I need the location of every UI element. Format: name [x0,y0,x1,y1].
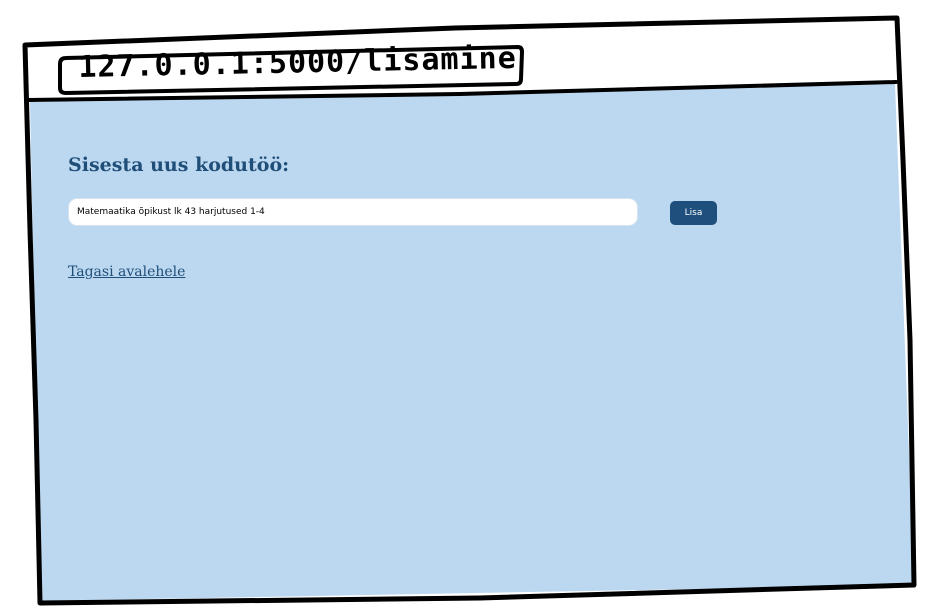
browser-window-sketch: 127.0.0.1:5000/lisamine Sisesta uus kodu… [0,0,930,613]
page-title: Sisesta uus kodutöö: [68,154,290,176]
homework-input[interactable] [68,198,638,226]
back-to-home-link[interactable]: Tagasi avalehele [68,264,185,280]
browser-frame [22,15,917,606]
main-content: Sisesta uus kodutöö: Lisa Tagasi avalehe… [68,154,728,280]
add-homework-form: Lisa [68,198,728,228]
add-button[interactable]: Lisa [670,201,717,225]
